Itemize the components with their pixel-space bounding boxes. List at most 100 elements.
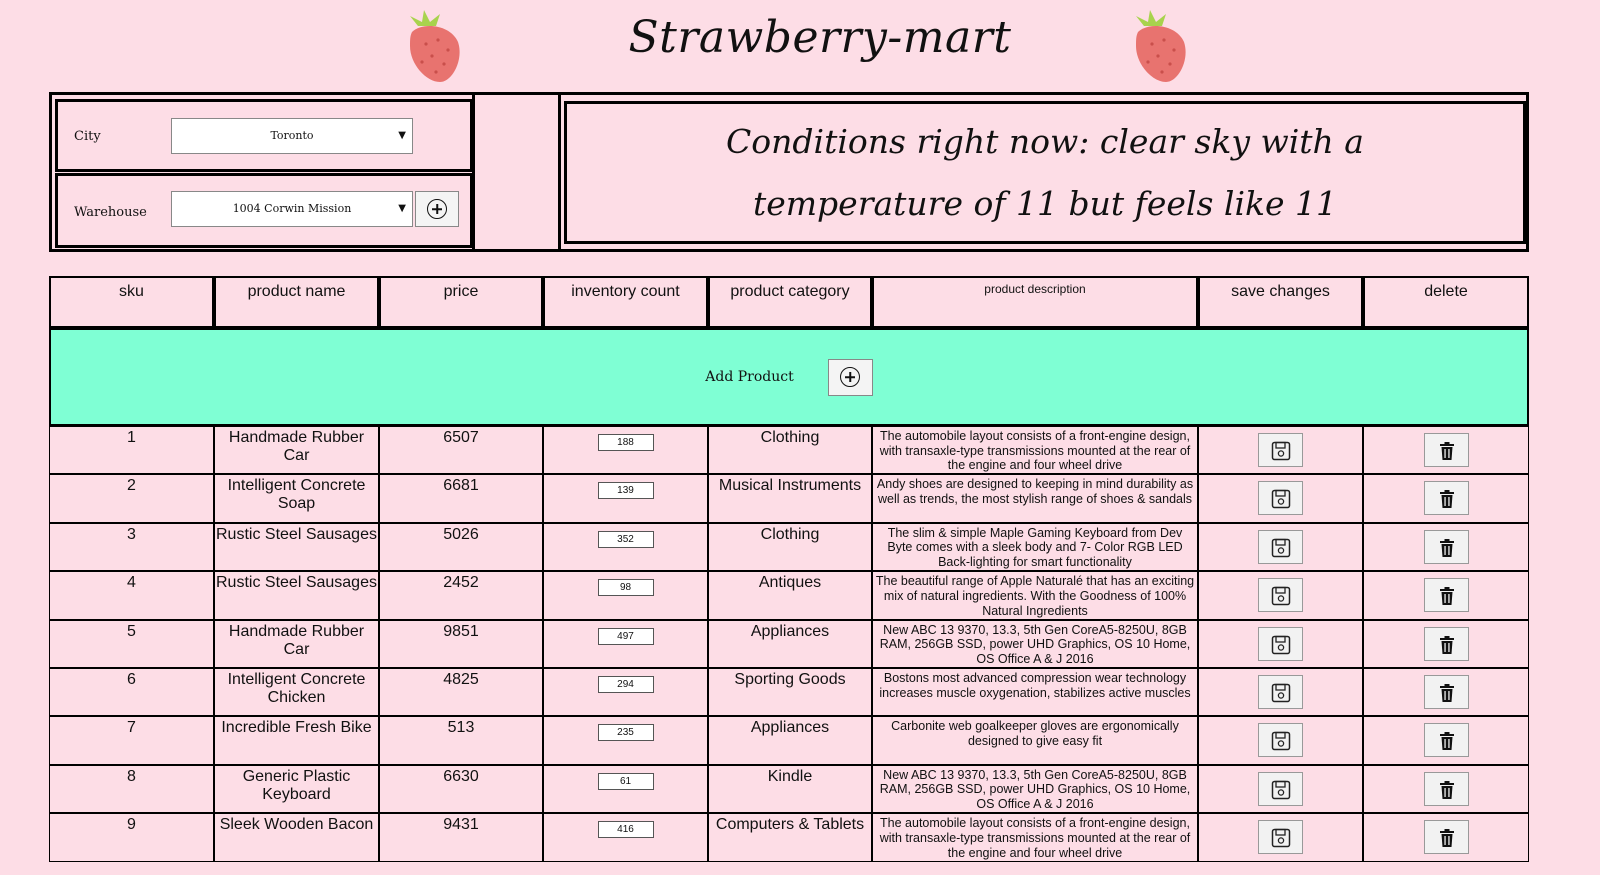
save-button[interactable] [1258,481,1303,516]
chevron-down-icon: ▼ [398,130,406,141]
inventory-input[interactable]: 294 [597,675,654,693]
delete-button[interactable] [1423,771,1469,806]
warehouse-row: Warehouse 1004 Corwin Mission ▼ [55,173,473,248]
divider [472,95,475,249]
table-header-row: sku product name price inventory count p… [49,276,1529,328]
add-product-cell: Add Product [49,328,1529,426]
category-value: Sporting Goods [734,670,846,688]
page-header: Strawberry-mart [0,0,1600,88]
trash-icon [1439,490,1454,509]
cell-category: Clothing [708,426,872,475]
inventory-input[interactable]: 98 [597,579,654,597]
table-row: 8 Generic Plastic Keyboard 6630 61 Kindl… [49,764,1529,814]
cell-price: 6681 [379,474,543,523]
cell-delete [1363,474,1529,523]
cell-inventory: 352 [543,522,708,572]
cell-inventory: 235 [543,716,708,765]
inventory-input[interactable]: 497 [597,627,654,645]
save-button[interactable] [1258,771,1303,806]
trash-icon [1439,538,1454,557]
cell-price: 6630 [379,764,543,814]
delete-button[interactable] [1423,481,1469,516]
cell-product-name: Handmade Rubber Car [214,619,379,668]
cell-price: 5026 [379,522,543,572]
save-button[interactable] [1258,674,1303,709]
cell-inventory: 61 [543,764,708,814]
inventory-input[interactable]: 188 [597,434,654,451]
floppy-disk-icon [1271,490,1291,509]
table-row: 2 Intelligent Concrete Soap 6681 139 Mus… [49,474,1529,523]
delete-button[interactable] [1423,529,1469,564]
product-name-value: Sleek Wooden Bacon [219,816,374,834]
plus-circle-icon [427,199,447,219]
product-name-value: Generic Plastic Keyboard [242,767,351,803]
table-body: Add Product 1 Handmade Rubber Car 6507 1… [49,328,1529,862]
inventory-input[interactable]: 61 [597,772,654,790]
delete-button[interactable] [1423,674,1469,709]
trash-icon [1439,442,1454,460]
save-button[interactable] [1258,529,1303,564]
category-value: Computers & Tablets [715,816,865,834]
save-button[interactable] [1258,626,1303,661]
cell-category: Appliances [708,619,872,668]
cell-save [1198,619,1363,668]
cell-delete [1363,813,1529,862]
description-value: The beautiful range of Apple Naturalé th… [875,574,1195,618]
add-product-button[interactable] [827,358,873,396]
header-product-category: product category [708,276,872,328]
header-inventory-count: inventory count [543,276,708,328]
cell-description: The automobile layout consists of a fron… [872,813,1198,862]
cell-product-name: Rustic Steel Sausages [214,522,379,572]
description-value: The slim & simple Maple Gaming Keyboard … [887,525,1183,570]
cell-price: 9431 [379,813,543,862]
delete-button[interactable] [1423,626,1469,661]
save-button[interactable] [1258,820,1303,855]
cell-product-name: Handmade Rubber Car [214,426,379,475]
delete-button[interactable] [1423,433,1469,467]
delete-button[interactable] [1423,578,1469,613]
city-select[interactable]: Toronto ▼ [171,118,413,154]
inventory-input[interactable]: 235 [597,724,654,742]
cell-category: Antiques [708,571,872,620]
cell-inventory: 98 [543,571,708,620]
inventory-input[interactable]: 352 [597,530,654,548]
price-value: 6507 [443,429,479,446]
floppy-disk-icon [1271,538,1291,558]
warehouse-select-value: 1004 Corwin Mission [232,202,352,215]
category-value: Appliances [750,622,830,640]
floppy-disk-icon [1271,441,1291,461]
table-row: 4 Rustic Steel Sausages 2452 98 Antiques… [49,571,1529,620]
table-row: 3 Rustic Steel Sausages 5026 352 Clothin… [49,522,1529,572]
cell-inventory: 416 [543,813,708,862]
description-value: The automobile layout consists of a fron… [879,816,1191,860]
warehouse-select[interactable]: 1004 Corwin Mission ▼ [171,191,413,227]
floppy-disk-icon [1271,732,1291,751]
strawberry-icon [410,10,460,82]
delete-button[interactable] [1423,723,1469,758]
category-value: Antiques [758,574,822,592]
weather-text: Conditions right now: clear sky with a t… [726,121,1364,223]
save-button[interactable] [1258,578,1303,613]
header-product-description: product description [872,276,1198,328]
inventory-input[interactable]: 416 [597,821,654,839]
add-warehouse-button[interactable] [415,191,459,227]
cell-save [1198,426,1363,475]
price-value: 2452 [443,574,479,592]
cell-sku: 4 [49,571,214,620]
price-value: 4825 [443,670,479,688]
cell-category: Musical Instruments [708,474,872,523]
chevron-down-icon: ▼ [398,203,406,214]
product-table-wrapper: sku product name price inventory count p… [49,276,1529,862]
warehouse-label: Warehouse [74,205,147,220]
sku-value: 2 [127,477,136,495]
inventory-input[interactable]: 139 [597,482,654,500]
header-save-changes: save changes [1198,276,1363,328]
product-name-value: Handmade Rubber Car [228,429,365,464]
cell-sku: 7 [49,716,214,765]
description-value: The automobile layout consists of a fron… [879,429,1191,473]
save-button[interactable] [1258,433,1303,467]
delete-button[interactable] [1423,820,1469,855]
floppy-disk-icon [1271,828,1291,848]
city-select-value: Toronto [270,129,314,142]
save-button[interactable] [1258,723,1303,758]
